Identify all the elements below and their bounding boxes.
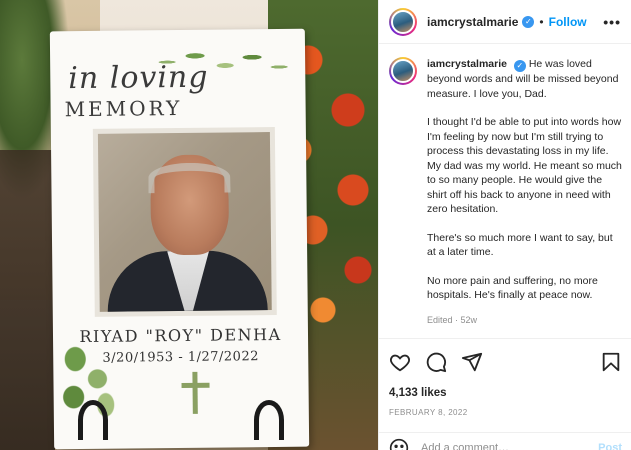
post-photo[interactable]: in loving MEMORY RIYAD "ROY" DENHA 3/20/… [0, 0, 378, 450]
header-separator: • [539, 14, 544, 29]
caption-verified-badge-icon: ✓ [513, 60, 526, 72]
caption-text: iamcrystalmarie ✓ He was loved beyond wo… [427, 57, 622, 337]
avatar-image [391, 9, 415, 34]
caption-avatar-image [391, 59, 415, 83]
comment-bar: Post [379, 432, 631, 450]
portrait-hair [148, 162, 231, 194]
post-actions: 4,133 likes FEBRUARY 8, 2022 [379, 338, 631, 442]
emoji-icon[interactable] [389, 438, 409, 450]
post-side-panel: iamcrystalmarie ✓ • Follow ••• iamcrysta… [378, 0, 631, 450]
caption-paragraph: I thought I'd be able to put into words … [427, 116, 622, 215]
action-icons-row [389, 349, 622, 375]
more-options-button[interactable]: ••• [603, 14, 621, 30]
comment-icon[interactable] [425, 351, 447, 373]
comment-input[interactable] [421, 441, 599, 450]
post-comment-button[interactable]: Post [598, 442, 622, 450]
memorial-sign: in loving MEMORY RIYAD "ROY" DENHA 3/20/… [49, 28, 310, 450]
portrait-frame [92, 126, 277, 317]
sign-script-line: in loving [68, 59, 209, 97]
header-username[interactable]: iamcrystalmarie [427, 15, 518, 29]
caption-paragraph: There's so much more I want to say, but … [427, 231, 613, 259]
bookmark-icon[interactable] [600, 351, 622, 373]
caption-lead-line: iamcrystalmarie ✓ He was loved beyond wo… [427, 57, 622, 101]
easel-hook-right [254, 400, 284, 440]
caption-avatar[interactable] [389, 57, 417, 85]
follow-button[interactable]: Follow [549, 15, 587, 29]
cross-icon [181, 372, 209, 414]
post-date[interactable]: FEBRUARY 8, 2022 [389, 408, 622, 417]
verified-badge-icon: ✓ [522, 15, 535, 28]
caption-username[interactable]: iamcrystalmarie [427, 58, 507, 70]
post-header: iamcrystalmarie ✓ • Follow ••• [379, 0, 631, 44]
portrait-photo [97, 132, 272, 312]
caption-area[interactable]: iamcrystalmarie ✓ He was loved beyond wo… [379, 45, 631, 337]
avatar[interactable] [389, 7, 417, 36]
caption-meta: Edited · 52w [427, 314, 478, 325]
heart-icon[interactable] [389, 351, 411, 373]
sign-heading: MEMORY [64, 95, 183, 122]
easel-hook-left [78, 400, 108, 440]
share-icon[interactable] [461, 351, 483, 373]
left-stand [0, 150, 55, 450]
likes-count[interactable]: 4,133 likes [389, 387, 622, 399]
caption-paragraph: No more pain and suffering, no more hosp… [427, 274, 598, 302]
